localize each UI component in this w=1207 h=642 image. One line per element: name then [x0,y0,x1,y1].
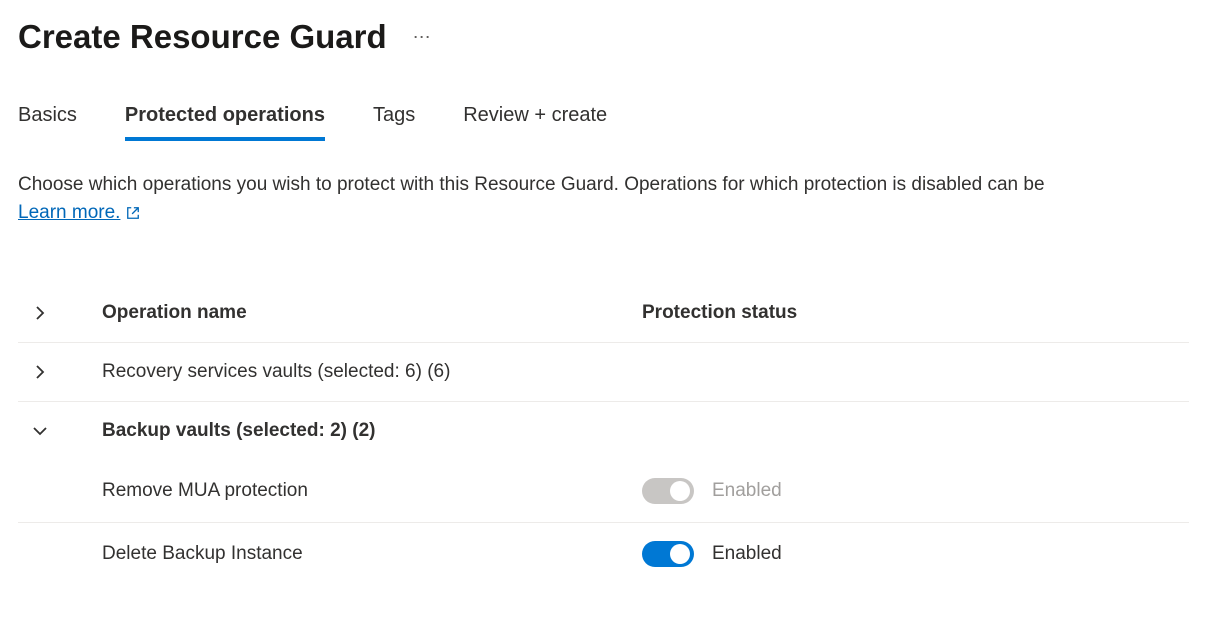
toggle-remove-mua[interactable] [642,478,694,504]
learn-more-label: Learn more. [18,202,120,224]
page-title: Create Resource Guard [18,18,387,56]
table-header-row: Operation name Protection status [18,284,1189,343]
chevron-right-icon[interactable] [32,364,48,380]
group-row-recovery-services[interactable]: Recovery services vaults (selected: 6) (… [18,343,1189,402]
operation-label: Delete Backup Instance [102,543,642,565]
chevron-down-icon[interactable] [32,423,48,439]
description-text: Choose which operations you wish to prot… [18,171,1189,200]
operations-table: Operation name Protection status Recover… [18,284,1189,585]
col-header-name: Operation name [102,302,642,324]
operation-row-remove-mua: Remove MUA protection Enabled [18,460,1189,523]
group-label: Backup vaults (selected: 2) (2) [102,420,642,442]
learn-more-link[interactable]: Learn more. [18,202,140,224]
group-label: Recovery services vaults (selected: 6) (… [102,361,642,383]
more-icon[interactable]: ⋯ [413,27,432,48]
tabs: Basics Protected operations Tags Review … [18,104,1189,141]
status-text: Enabled [712,480,782,502]
operation-label: Remove MUA protection [102,480,642,502]
toggle-delete-backup[interactable] [642,541,694,567]
tab-protected-operations[interactable]: Protected operations [125,104,325,141]
tab-review-create[interactable]: Review + create [463,104,607,141]
col-header-status: Protection status [642,302,1189,324]
tab-basics[interactable]: Basics [18,104,77,141]
external-link-icon [126,206,140,220]
chevron-right-icon[interactable] [32,305,48,321]
operation-row-delete-backup: Delete Backup Instance Enabled [18,523,1189,585]
group-row-backup-vaults[interactable]: Backup vaults (selected: 2) (2) [18,402,1189,460]
status-text: Enabled [712,543,782,565]
tab-tags[interactable]: Tags [373,104,415,141]
